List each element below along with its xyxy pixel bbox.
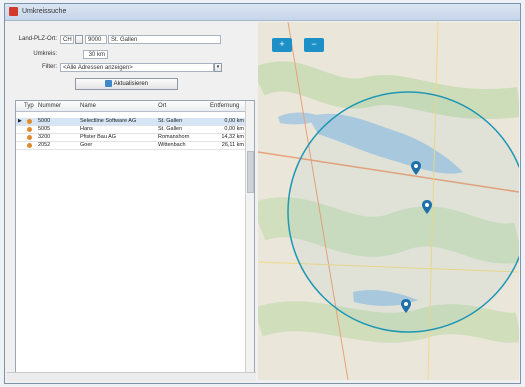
table-row[interactable]: 3200 Pfister Bau AG Romanshorn 14,32 km bbox=[16, 134, 246, 142]
address-type-icon bbox=[27, 119, 32, 124]
plz-field[interactable]: 9000 bbox=[85, 35, 107, 44]
table-row[interactable]: ▶ 5000 Selectline Software AG St. Gallen… bbox=[16, 118, 246, 126]
cell-nummer: 5000 bbox=[38, 118, 51, 124]
land-plz-ort-label: Land-PLZ-Ort: bbox=[18, 36, 57, 42]
filter-dropdown[interactable]: <Alle Adressen anzeigen> bbox=[60, 63, 214, 72]
update-button-label: Aktualisieren bbox=[113, 81, 149, 87]
cell-name: Selectline Software AG bbox=[80, 118, 137, 124]
bottom-scrollbar[interactable] bbox=[7, 372, 256, 381]
app-icon bbox=[9, 7, 18, 16]
address-type-icon bbox=[27, 143, 32, 148]
map-marker-icon[interactable] bbox=[422, 200, 432, 214]
radius-circle bbox=[287, 91, 519, 333]
window-title: Umkreissuche bbox=[22, 8, 67, 15]
cell-nummer: 5005 bbox=[38, 126, 51, 132]
refresh-icon bbox=[104, 80, 112, 87]
cell-nummer: 3200 bbox=[38, 134, 51, 140]
cell-name: Hans bbox=[80, 126, 93, 132]
cell-ort: Wittenbach bbox=[158, 142, 186, 148]
filter-label: Filter: bbox=[42, 64, 57, 70]
current-row-icon: ▶ bbox=[18, 118, 22, 124]
table-scrollbar[interactable] bbox=[245, 101, 254, 379]
update-button[interactable]: Aktualisieren bbox=[75, 78, 178, 90]
column-header-entfernung[interactable]: Entfernung bbox=[210, 103, 239, 109]
column-header-name[interactable]: Name bbox=[80, 103, 96, 109]
title-bar: Umkreissuche bbox=[5, 4, 520, 21]
cell-ort: St. Gallen bbox=[158, 126, 183, 132]
filter-dropdown-arrow-icon[interactable]: ▾ bbox=[214, 63, 222, 72]
zoom-out-button[interactable]: − bbox=[304, 38, 324, 52]
column-header-typ[interactable]: Typ bbox=[24, 103, 34, 109]
cell-entfernung: 0,00 km bbox=[224, 126, 244, 132]
table-row[interactable]: 2052 Goer Wittenbach 26,11 km bbox=[16, 142, 246, 150]
table-header: Typ Nummer Name Ort Entfernung bbox=[16, 101, 246, 112]
map-marker-icon[interactable] bbox=[411, 161, 421, 175]
umkreis-field[interactable]: 30 km bbox=[83, 50, 108, 59]
column-header-ort[interactable]: Ort bbox=[158, 103, 166, 109]
scrollbar-thumb[interactable] bbox=[247, 151, 254, 193]
column-header-nummer[interactable]: Nummer bbox=[38, 103, 61, 109]
search-window: Umkreissuche Land-PLZ-Ort: CH 9000 St. G… bbox=[4, 3, 521, 384]
results-table: Typ Nummer Name Ort Entfernung ▶ 5000 Se… bbox=[15, 100, 255, 380]
cell-entfernung: 26,11 km bbox=[221, 142, 244, 148]
umkreis-label: Umkreis: bbox=[33, 51, 57, 57]
map-canvas[interactable] bbox=[258, 22, 519, 380]
map-marker-icon[interactable] bbox=[401, 299, 411, 313]
ort-field[interactable]: St. Gallen bbox=[108, 35, 221, 44]
cell-name: Pfister Bau AG bbox=[80, 134, 117, 140]
map-view[interactable]: + − bbox=[258, 22, 519, 380]
search-panel: Land-PLZ-Ort: CH 9000 St. Gallen Umkreis… bbox=[7, 22, 256, 380]
table-row[interactable]: 5005 Hans St. Gallen 0,00 km bbox=[16, 126, 246, 134]
cell-ort: Romanshorn bbox=[158, 134, 190, 140]
country-field[interactable]: CH bbox=[60, 35, 74, 44]
address-type-icon bbox=[27, 135, 32, 140]
country-picker-button[interactable] bbox=[75, 35, 83, 44]
zoom-in-button[interactable]: + bbox=[272, 38, 292, 52]
cell-name: Goer bbox=[80, 142, 93, 148]
cell-ort: St. Gallen bbox=[158, 118, 183, 124]
cell-entfernung: 14,32 km bbox=[221, 134, 244, 140]
cell-entfernung: 0,00 km bbox=[224, 118, 244, 124]
address-type-icon bbox=[27, 127, 32, 132]
cell-nummer: 2052 bbox=[38, 142, 51, 148]
